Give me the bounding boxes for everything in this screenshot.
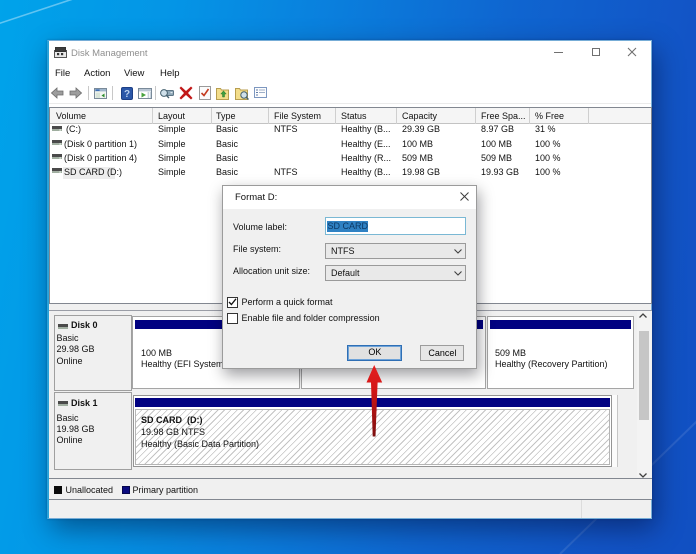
svg-text:?: ? [124,89,130,100]
